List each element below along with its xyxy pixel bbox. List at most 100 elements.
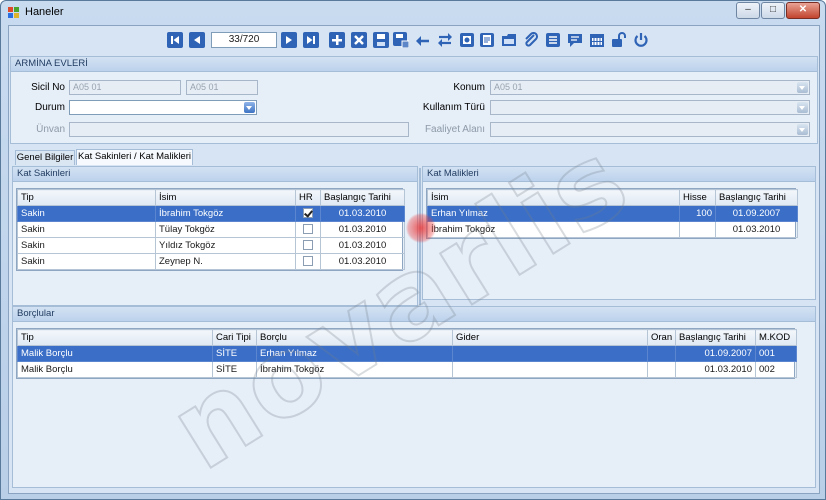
save-icon[interactable] [373, 32, 389, 48]
chevron-down-icon[interactable] [797, 102, 808, 113]
kat-malikleri-title: Kat Malikleri [423, 167, 815, 182]
tab-kat-sakinleri[interactable]: Kat Sakinleri / Kat Malikleri [76, 149, 193, 165]
unvan-field[interactable] [69, 122, 409, 137]
record-counter[interactable]: 33/720 [211, 32, 277, 48]
cell-hisse [679, 221, 716, 238]
sicil-no-field-2[interactable]: A05 01 [186, 80, 258, 95]
close-button[interactable]: ✕ [786, 2, 820, 19]
cell-hr [295, 253, 321, 270]
col-borclu[interactable]: Borçlu [256, 329, 453, 346]
report-icon[interactable] [459, 32, 475, 48]
maximize-button[interactable]: □ [761, 2, 785, 19]
grid-header: Tip İsim HR Başlangıç Tarihi [17, 189, 405, 206]
kullanim-turu-combo[interactable] [490, 100, 810, 115]
cell-cari: SİTE [212, 361, 257, 378]
table-row[interactable]: Sakin Yıldız Tokgöz 01.03.2010 [17, 237, 405, 254]
col-baslangic[interactable]: Başlangıç Tarihi [715, 189, 798, 206]
cell-tip: Sakin [17, 253, 156, 270]
col-tip[interactable]: Tip [17, 189, 156, 206]
table-row[interactable]: Sakin Tülay Tokgöz 01.03.2010 [17, 221, 405, 238]
power-icon[interactable] [633, 32, 649, 48]
cell-isim: İbrahim Tokgöz [427, 221, 680, 238]
col-cari-tipi[interactable]: Cari Tipi [212, 329, 257, 346]
chevron-down-icon[interactable] [244, 102, 255, 113]
table-row[interactable]: Sakin Zeynep N. 01.03.2010 [17, 253, 405, 270]
col-isim[interactable]: İsim [155, 189, 296, 206]
prev-icon[interactable] [189, 32, 205, 48]
refresh-icon[interactable] [437, 32, 453, 48]
durum-label: Durum [34, 102, 65, 113]
cell-kod: 002 [755, 361, 797, 378]
header-panel: ARMİNA EVLERİ Sicil No A05 01 A05 01 Dur… [10, 56, 818, 144]
calendar-icon[interactable] [589, 32, 605, 48]
last-icon[interactable] [303, 32, 319, 48]
borclular-grid[interactable]: Tip Cari Tipi Borçlu Gider Oran Başlangı… [16, 328, 797, 379]
main-content: 33/720 ARMİNA EVLERİ Sicil No A05 01 A05 [8, 25, 820, 496]
konum-combo[interactable]: A05 01 [490, 80, 810, 95]
cell-gider [452, 361, 648, 378]
col-baslangic[interactable]: Başlangıç Tarihi [675, 329, 756, 346]
hr-checkbox[interactable] [303, 208, 313, 219]
cell-isim: Erhan Yılmaz [427, 205, 680, 222]
cell-hr [295, 205, 321, 222]
hr-checkbox[interactable] [303, 256, 313, 267]
col-mkod[interactable]: M.KOD [755, 329, 797, 346]
col-hr[interactable]: HR [295, 189, 321, 206]
col-oran[interactable]: Oran [647, 329, 676, 346]
hr-checkbox[interactable] [303, 240, 313, 251]
hr-checkbox[interactable] [303, 224, 313, 235]
first-icon[interactable] [167, 32, 183, 48]
unlock-icon[interactable] [611, 32, 627, 48]
kat-malikleri-grid[interactable]: İsim Hisse Başlangıç Tarihi Erhan Yılmaz… [426, 188, 798, 239]
cell-oran [647, 345, 676, 362]
cell-tarih: 01.09.2007 [675, 345, 756, 362]
cell-tip: Sakin [17, 221, 156, 238]
app-icon [8, 7, 20, 19]
faaliyet-alani-combo[interactable] [490, 122, 810, 137]
sicil-no-field[interactable]: A05 01 [69, 80, 181, 95]
cell-tip: Sakin [17, 205, 156, 222]
sicil-no-label: Sicil No [31, 82, 65, 93]
cell-tarih: 01.09.2007 [715, 205, 798, 222]
delete-icon[interactable] [351, 32, 367, 48]
col-baslangic[interactable]: Başlangıç Tarihi [320, 189, 405, 206]
add-icon[interactable] [329, 32, 345, 48]
kat-sakinleri-grid[interactable]: Tip İsim HR Başlangıç Tarihi Sakin İbrah… [16, 188, 405, 271]
col-hisse[interactable]: Hisse [679, 189, 716, 206]
cell-isim: Tülay Tokgöz [155, 221, 296, 238]
undo-icon[interactable] [415, 32, 431, 48]
next-icon[interactable] [281, 32, 297, 48]
col-tip[interactable]: Tip [17, 329, 213, 346]
save-as-icon[interactable] [393, 32, 409, 48]
col-isim[interactable]: İsim [427, 189, 680, 206]
cell-hr [295, 221, 321, 238]
minimize-button[interactable]: – [736, 2, 760, 19]
title-bar[interactable]: Haneler – □ ✕ [1, 1, 825, 23]
table-row[interactable]: İbrahim Tokgöz 01.03.2010 [427, 221, 798, 238]
list-icon[interactable] [545, 32, 561, 48]
durum-combo[interactable] [69, 100, 257, 115]
table-row[interactable]: Sakin İbrahim Tokgöz 01.03.2010 [17, 205, 405, 222]
preview-icon[interactable] [479, 32, 495, 48]
header-panel-title: ARMİNA EVLERİ [11, 57, 817, 72]
table-row[interactable]: Malik Borçlu SİTE İbrahim Tokgöz 01.03.2… [17, 361, 797, 378]
chevron-down-icon[interactable] [797, 82, 808, 93]
cell-hr [295, 237, 321, 254]
cell-borclu: Erhan Yılmaz [256, 345, 453, 362]
message-icon[interactable] [567, 32, 583, 48]
table-row[interactable]: Malik Borçlu SİTE Erhan Yılmaz 01.09.200… [17, 345, 797, 362]
cell-tarih: 01.03.2010 [715, 221, 798, 238]
chevron-down-icon[interactable] [797, 124, 808, 135]
kat-sakinleri-title: Kat Sakinleri [13, 167, 417, 182]
table-row[interactable]: Erhan Yılmaz 100 01.09.2007 [427, 205, 798, 222]
konum-label: Konum [453, 82, 485, 93]
cell-isim: Zeynep N. [155, 253, 296, 270]
col-gider[interactable]: Gider [452, 329, 648, 346]
borclular-title: Borçlular [13, 307, 815, 322]
folder-icon[interactable] [501, 32, 517, 48]
cell-hisse: 100 [679, 205, 716, 222]
window-title: Haneler [25, 6, 64, 18]
click-indicator [406, 213, 436, 243]
attach-icon[interactable] [523, 32, 539, 48]
tab-genel-bilgiler[interactable]: Genel Bilgiler [15, 150, 75, 165]
